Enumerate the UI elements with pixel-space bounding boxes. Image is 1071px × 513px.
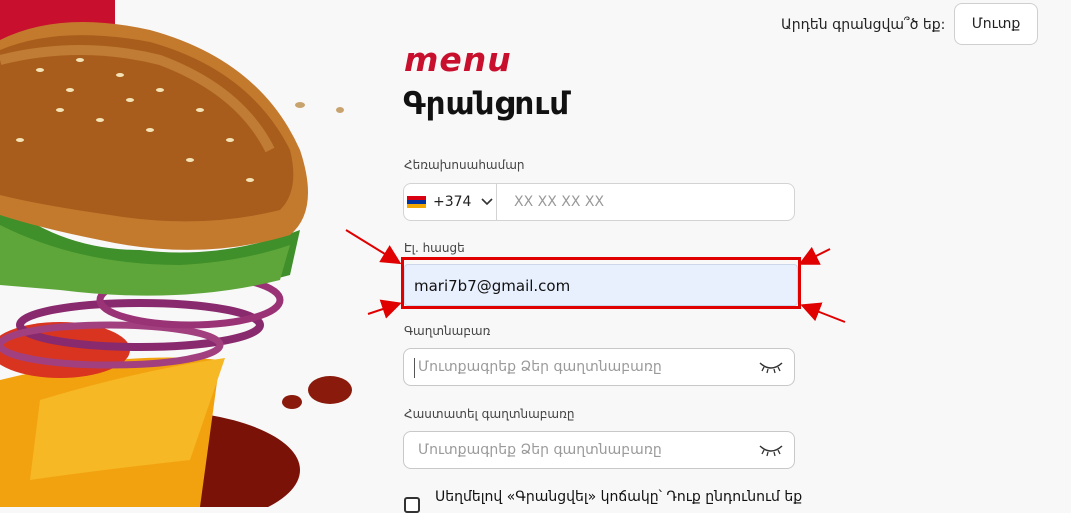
phone-field: +374 XX XX XX XX [403,183,795,221]
terms-text: Սեղմելով «Գրանցվել» կոճակը՝ Դուք ընդունո… [435,489,803,505]
menu-logo: menu [404,40,512,79]
confirm-password-field[interactable]: Մուտքագրեք Ձեր գաղտնաբառը [403,431,795,469]
text-cursor [414,358,415,378]
country-code-select[interactable]: +374 [404,184,497,220]
page-title: Գրանցում [403,86,570,122]
password-placeholder: Մուտքագրեք Ձեր գաղտնաբառը [418,359,662,375]
burger-illustration [0,0,352,507]
annotation-arrow-top-right [798,246,831,265]
annotation-arrow-bottom-left [367,299,402,319]
email-label: Էլ. հասցե [404,241,465,255]
terms-checkbox[interactable] [404,497,420,513]
eye-closed-icon[interactable] [758,440,784,460]
annotation-highlight-box [401,257,801,309]
eye-closed-icon[interactable] [758,357,784,377]
terms-row: Սեղմելով «Գրանցվել» կոճակը՝ Դուք ընդունո… [404,489,1071,513]
annotation-arrow-bottom-right [800,302,846,323]
already-registered-text: Արդեն գրանցվա՞ծ եք: [781,17,946,33]
password-label: Գաղտնաբառ [404,324,491,338]
armenia-flag-icon [407,196,426,208]
phone-label: Հեռախոսահամար [404,158,525,172]
confirm-password-placeholder: Մուտքագրեք Ձեր գաղտնաբառը [418,442,662,458]
hero-burger-image [0,0,360,507]
login-button[interactable]: Մուտք [954,3,1038,45]
password-field[interactable]: Մուտքագրեք Ձեր գաղտնաբառը [403,348,795,386]
country-code: +374 [433,194,472,210]
confirm-password-label: Հաստատել գաղտնաբառը [404,407,575,421]
chevron-down-icon [481,196,494,209]
phone-input[interactable]: XX XX XX XX [514,194,604,210]
